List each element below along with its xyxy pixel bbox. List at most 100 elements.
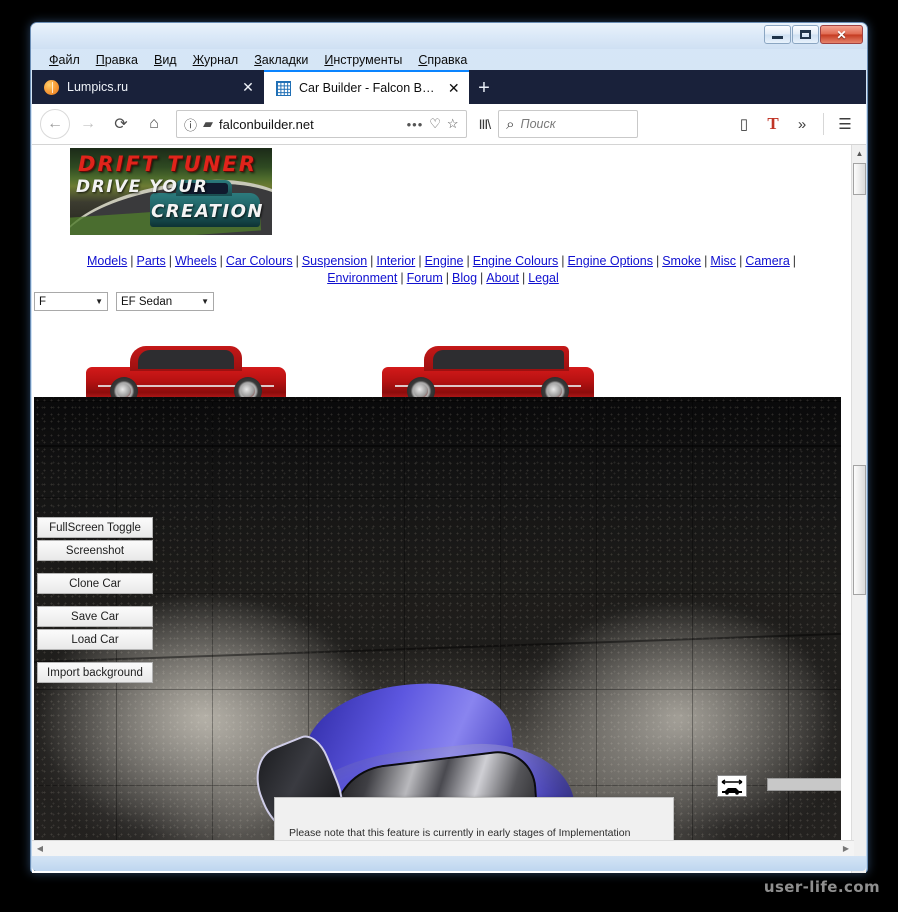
menu-item-file-rest: айл: [58, 52, 80, 67]
nav-link-engine-options[interactable]: Engine Options: [567, 254, 652, 268]
nav-link-suspension[interactable]: Suspension: [302, 254, 367, 268]
search-bar[interactable]: ⌕ Поиск: [498, 110, 639, 138]
vertical-scroll-thumb[interactable]: [853, 163, 866, 195]
tab-car-builder-label: Car Builder - Falcon Builder: [299, 81, 439, 95]
nav-link-interior[interactable]: Interior: [376, 254, 415, 268]
pocket-icon[interactable]: ♡: [429, 116, 441, 132]
chevron-down-icon: ▼: [95, 297, 103, 306]
nav-link-engine-colours[interactable]: Engine Colours: [473, 254, 558, 268]
tool-gap-2: [37, 596, 153, 606]
screenshot-root: ✕ Файл Правка Вид Журнал Закладки Инстру…: [0, 0, 898, 912]
save-car-sidebar-button[interactable]: Save Car: [37, 606, 153, 627]
wagon-glass: [432, 350, 565, 369]
car-length-icon[interactable]: [717, 775, 747, 797]
menu-item-edit[interactable]: Правка: [89, 51, 145, 69]
new-tab-button[interactable]: +: [469, 74, 499, 104]
car-length-slider[interactable]: [767, 778, 841, 791]
maximize-button[interactable]: [792, 25, 819, 44]
nav-link-forum[interactable]: Forum: [407, 271, 443, 285]
model-selector-row: F ▼ EF Sedan ▼: [34, 292, 214, 311]
identity-info-icon[interactable]: ⓘ: [184, 115, 197, 134]
bookmark-star-icon[interactable]: ☆: [447, 116, 459, 132]
nav-link-environment[interactable]: Environment: [327, 271, 397, 285]
import-background-button[interactable]: Import background: [37, 662, 153, 683]
navigation-toolbar: ← → ⟳ ⌂ ⓘ ▰ falconbuilder.net ••• ♡ ☆ II…: [32, 104, 866, 145]
tab-lumpics-close-icon[interactable]: ✕: [240, 80, 256, 94]
menu-bar: Файл Правка Вид Журнал Закладки Инструме…: [32, 49, 866, 70]
game-tool-buttons: FullScreen Toggle Screenshot Clone Car S…: [37, 517, 153, 685]
model-body-value: EF Sedan: [121, 295, 173, 308]
banner-title-line3: CREATION: [151, 201, 264, 222]
window-controls: ✕: [764, 25, 863, 44]
nav-link-engine[interactable]: Engine: [425, 254, 464, 268]
nav-link-smoke[interactable]: Smoke: [662, 254, 701, 268]
menu-item-view[interactable]: Вид: [147, 51, 184, 69]
menu-item-bookmarks[interactable]: Закладки: [247, 51, 315, 69]
load-car-button[interactable]: Load Car: [37, 629, 153, 650]
reload-button[interactable]: ⟳: [106, 109, 136, 139]
tool-gap-3: [37, 652, 153, 662]
model-letter-select[interactable]: F ▼: [34, 292, 108, 311]
close-icon: ✕: [836, 27, 847, 42]
page-vertical-scrollbar[interactable]: ▲ ▼: [851, 145, 866, 873]
menu-item-help-rest: правка: [427, 52, 468, 67]
tab-car-builder[interactable]: Car Builder - Falcon Builder ✕: [264, 70, 469, 104]
reader-toggle-icon[interactable]: ▰: [203, 116, 213, 132]
nav-link-models[interactable]: Models: [87, 254, 127, 268]
page-actions-icon[interactable]: •••: [407, 117, 424, 132]
page-horizontal-scrollbar[interactable]: ◀ ▶: [32, 840, 854, 856]
overflow-chevron-icon[interactable]: »: [789, 116, 815, 133]
site-nav-row1: Models | Parts | Wheels | Car Colours | Suspensi…: [86, 254, 797, 268]
vertical-scroll-thumb-secondary[interactable]: [853, 465, 866, 595]
url-text: falconbuilder.net: [219, 116, 314, 132]
maximize-icon: [800, 30, 811, 39]
menu-item-file[interactable]: Файл: [42, 51, 87, 69]
menu-item-tools[interactable]: Инструменты: [317, 51, 409, 69]
clone-car-button[interactable]: Clone Car: [37, 573, 153, 594]
tab-car-builder-close-icon[interactable]: ✕: [446, 81, 461, 95]
fullscreen-toggle-button[interactable]: FullScreen Toggle: [37, 517, 153, 538]
preview-car-wagon: [382, 346, 594, 405]
tab-strip: Lumpics.ru ✕ Car Builder - Falcon Builde…: [32, 70, 866, 104]
library-icon[interactable]: III\: [474, 116, 496, 132]
nav-link-camera[interactable]: Camera: [745, 254, 789, 268]
chevron-down-icon-2: ▼: [201, 297, 209, 306]
scroll-right-icon[interactable]: ▶: [838, 841, 854, 856]
menu-item-history[interactable]: Журнал: [186, 51, 246, 69]
site-nav-links: Models | Parts | Wheels | Car Colours | Suspensi…: [32, 253, 854, 287]
watermark: user-life.com: [763, 878, 880, 896]
preview-car-sedan: [86, 346, 286, 405]
back-button[interactable]: ←: [40, 109, 70, 139]
nav-link-about[interactable]: About: [486, 271, 519, 285]
dialog-line-1: Please note that this feature is current…: [289, 827, 631, 839]
home-button[interactable]: ⌂: [139, 109, 169, 139]
url-bar[interactable]: ⓘ ▰ falconbuilder.net ••• ♡ ☆: [176, 110, 467, 138]
tab-lumpics[interactable]: Lumpics.ru ✕: [32, 70, 264, 104]
nav-link-blog[interactable]: Blog: [452, 271, 477, 285]
extension-t-icon[interactable]: T: [760, 114, 786, 134]
tab-lumpics-label: Lumpics.ru: [67, 80, 129, 94]
nav-link-legal[interactable]: Legal: [528, 271, 559, 285]
sidebar-icon[interactable]: ▯: [731, 115, 757, 133]
nav-link-car-colours[interactable]: Car Colours: [226, 254, 293, 268]
scroll-left-icon[interactable]: ◀: [32, 841, 48, 856]
minimize-icon: [772, 36, 783, 39]
banner-title-line2: DRIVE YOUR: [76, 177, 209, 197]
scroll-up-icon[interactable]: ▲: [852, 145, 867, 161]
menu-item-help[interactable]: Справка: [411, 51, 474, 69]
model-letter-value: F: [39, 295, 47, 308]
close-button[interactable]: ✕: [820, 25, 863, 44]
menu-item-history-rest: урнал: [204, 52, 239, 67]
model-body-select[interactable]: EF Sedan ▼: [116, 292, 214, 311]
nav-link-parts[interactable]: Parts: [137, 254, 166, 268]
forward-button[interactable]: →: [73, 109, 103, 139]
floor-seam-2: [34, 445, 841, 447]
screenshot-button[interactable]: Screenshot: [37, 540, 153, 561]
search-placeholder: Поиск: [520, 117, 556, 131]
banner-title-line1: DRIFT TUNER: [78, 152, 257, 176]
nav-link-wheels[interactable]: Wheels: [175, 254, 217, 268]
nav-link-misc[interactable]: Misc: [710, 254, 736, 268]
minimize-button[interactable]: [764, 25, 791, 44]
game-canvas[interactable]: FullScreen Toggle Screenshot Clone Car S…: [34, 397, 841, 871]
hamburger-menu-icon[interactable]: ☰: [832, 115, 858, 133]
